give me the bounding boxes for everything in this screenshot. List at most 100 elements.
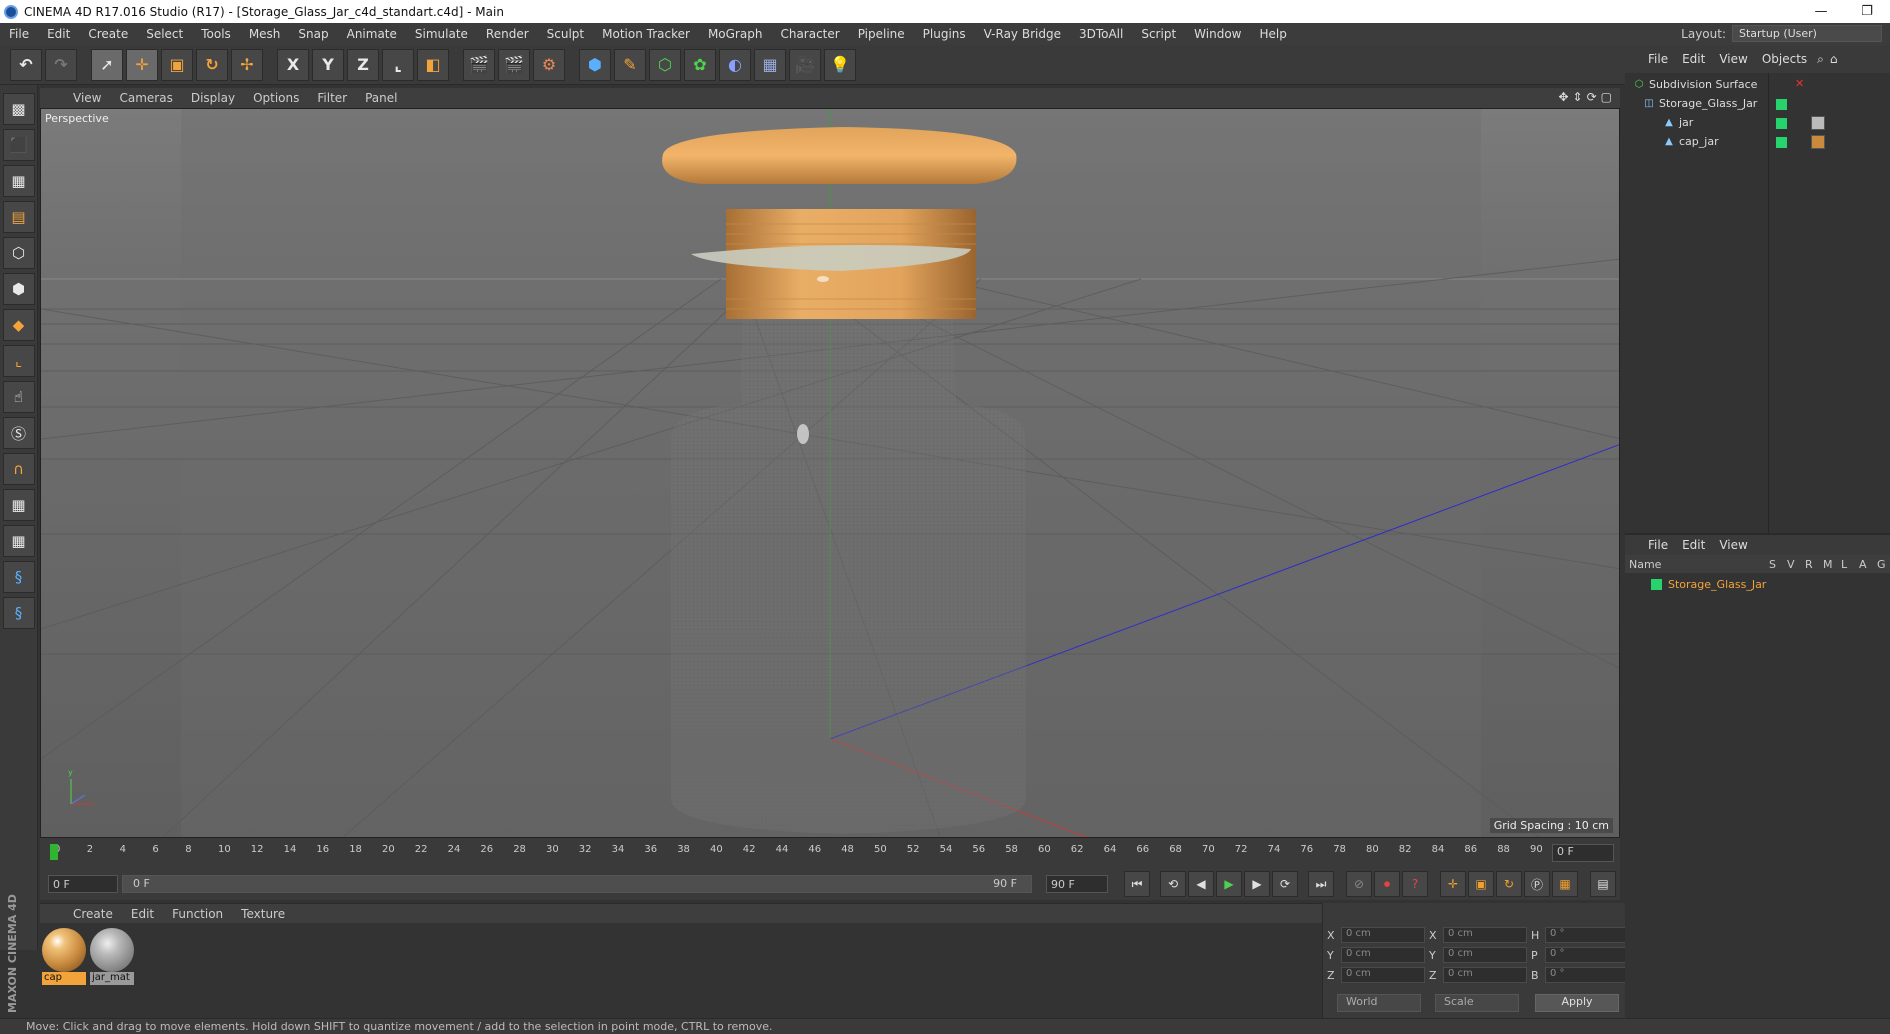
coordinate-mode-select[interactable]: World	[1337, 994, 1421, 1012]
timeline-ruler[interactable]: 0246810121416182022242628303234363840424…	[48, 842, 1548, 864]
magnet-icon[interactable]: ∩	[2, 453, 35, 485]
menu-help[interactable]: Help	[1250, 27, 1295, 41]
undo-icon[interactable]: ↶	[10, 48, 42, 81]
disable-icon[interactable]: ✕	[1795, 77, 1804, 90]
position-x-field[interactable]: 0 cm	[1341, 927, 1425, 943]
record-keys-icon[interactable]: ⊘	[1346, 871, 1372, 897]
layout-select[interactable]: Startup (User)	[1732, 25, 1882, 42]
material-jar-mat[interactable]: jar_mat	[90, 928, 134, 986]
axis-mode-icon[interactable]: ⌞	[2, 345, 35, 377]
material-menu-edit[interactable]: Edit	[122, 907, 163, 921]
layer-color-tag[interactable]	[1776, 137, 1787, 148]
layer-color-swatch[interactable]	[1651, 579, 1662, 590]
material-menu-texture[interactable]: Texture	[232, 907, 294, 921]
position-key-icon[interactable]: ✛	[1440, 871, 1466, 897]
make-editable-icon[interactable]: ▩	[2, 93, 35, 125]
timeline-playhead[interactable]	[50, 844, 58, 860]
object-menu-objects[interactable]: Objects	[1755, 52, 1814, 66]
rotation-key-icon[interactable]: ↻	[1496, 871, 1522, 897]
go-to-start-icon[interactable]: ⏮	[1124, 871, 1150, 897]
menu-tools[interactable]: Tools	[192, 27, 240, 41]
python-script-icon[interactable]: §	[2, 597, 35, 629]
viewport-menu-cameras[interactable]: Cameras	[110, 91, 181, 105]
menu-select[interactable]: Select	[137, 27, 192, 41]
redo-icon[interactable]: ↷	[45, 48, 77, 81]
size-z-field[interactable]: 0 cm	[1443, 967, 1527, 983]
position-z-field[interactable]: 0 cm	[1341, 967, 1425, 983]
layer-menu-view[interactable]: View	[1712, 538, 1754, 552]
material-cap[interactable]: cap	[42, 928, 86, 986]
deformer-icon[interactable]: ◐	[719, 48, 751, 81]
workplane-grid-icon[interactable]: ▦	[2, 489, 35, 521]
coordinate-scale-select[interactable]: Scale	[1435, 994, 1519, 1012]
render-view-icon[interactable]: 🎬	[463, 48, 495, 81]
snapping-icon[interactable]: Ⓢ	[2, 417, 35, 449]
model-mode-icon[interactable]: ⬛	[2, 129, 35, 161]
object-menu-view[interactable]: View	[1712, 52, 1754, 66]
viewport-menu-display[interactable]: Display	[182, 91, 244, 105]
material-tag-jar[interactable]	[1811, 116, 1825, 130]
position-y-field[interactable]: 0 cm	[1341, 947, 1425, 963]
viewport-menu-filter[interactable]: Filter	[308, 91, 356, 105]
layer-color-tag[interactable]	[1776, 99, 1787, 110]
apply-button[interactable]: Apply	[1535, 994, 1619, 1012]
viewport-menu-panel[interactable]: Panel	[356, 91, 406, 105]
perspective-viewport[interactable]: y Perspective Grid Spacing : 10 cm	[40, 108, 1620, 838]
material-menu-function[interactable]: Function	[163, 907, 232, 921]
object-row-jar[interactable]: ▲ jar	[1625, 113, 1890, 132]
restore-button[interactable]: ❐	[1844, 0, 1890, 23]
menu-render[interactable]: Render	[477, 27, 538, 41]
next-frame-icon[interactable]: ▶	[1244, 871, 1270, 897]
keyframe-selection-icon[interactable]: ?	[1402, 871, 1428, 897]
menu-script[interactable]: Script	[1132, 27, 1185, 41]
material-tag-cap[interactable]	[1811, 135, 1825, 149]
play-icon[interactable]: ▶	[1216, 871, 1242, 897]
subdivision-surface-icon[interactable]: ⬡	[649, 48, 681, 81]
frame-range-slider[interactable]: 0 F 90 F	[122, 875, 1032, 893]
menu-pipeline[interactable]: Pipeline	[849, 27, 914, 41]
coordinate-system-icon[interactable]: ⌞	[382, 48, 414, 81]
layer-menu-edit[interactable]: Edit	[1675, 538, 1712, 552]
menu-mesh[interactable]: Mesh	[240, 27, 290, 41]
maximize-view-icon[interactable]: ▢	[1601, 90, 1612, 104]
edges-mode-icon[interactable]: ⬢	[2, 273, 35, 305]
python-icon[interactable]: §	[2, 561, 35, 593]
cube-render-icon[interactable]: ◧	[417, 48, 449, 81]
menu-animate[interactable]: Animate	[338, 27, 406, 41]
menu-plugins[interactable]: Plugins	[914, 27, 975, 41]
home-icon[interactable]: ⌂	[1827, 52, 1841, 66]
floor-scene-icon[interactable]: ▦	[754, 48, 786, 81]
menu-3dtoall[interactable]: 3DToAll	[1070, 27, 1132, 41]
axis-x-button[interactable]: X	[277, 48, 309, 81]
rotate-tool-icon[interactable]: ↻	[196, 48, 228, 81]
render-settings-icon[interactable]: ⚙	[533, 48, 565, 81]
render-picture-viewer-icon[interactable]: 🎬	[498, 48, 530, 81]
size-x-field[interactable]: 0 cm	[1443, 927, 1527, 943]
previous-key-icon[interactable]: ⟲	[1160, 871, 1186, 897]
autokey-icon[interactable]: ⏺	[1374, 871, 1400, 897]
menu-mograph[interactable]: MoGraph	[699, 27, 772, 41]
minimize-button[interactable]: —	[1798, 0, 1844, 23]
timeline-window-icon[interactable]: ▤	[1590, 871, 1616, 897]
menu-vray-bridge[interactable]: V-Ray Bridge	[975, 27, 1070, 41]
camera-object-icon[interactable]: 🎥	[789, 48, 821, 81]
rotation-h-field[interactable]: 0 °	[1545, 927, 1629, 943]
current-frame-field[interactable]: 0 F	[1552, 844, 1614, 862]
selection-arrow-icon[interactable]: ➚	[91, 48, 123, 81]
transform-tool-icon[interactable]: ✢	[231, 48, 263, 81]
size-y-field[interactable]: 0 cm	[1443, 947, 1527, 963]
axis-y-button[interactable]: Y	[312, 48, 344, 81]
tweak-mode-icon[interactable]: ☝	[2, 381, 35, 413]
menu-edit[interactable]: Edit	[38, 27, 79, 41]
menu-file[interactable]: File	[0, 27, 38, 41]
pla-key-icon[interactable]: ▦	[1552, 871, 1578, 897]
material-menu-create[interactable]: Create	[64, 907, 122, 921]
object-menu-file[interactable]: File	[1641, 52, 1675, 66]
cube-object-icon[interactable]: ⬢	[579, 48, 611, 81]
menu-sculpt[interactable]: Sculpt	[538, 27, 593, 41]
next-key-icon[interactable]: ⟳	[1272, 871, 1298, 897]
viewport-menu-view[interactable]: View	[64, 91, 110, 105]
scale-key-icon[interactable]: ▣	[1468, 871, 1494, 897]
texture-mode-icon[interactable]: ▦	[2, 165, 35, 197]
layer-menu-file[interactable]: File	[1641, 538, 1675, 552]
